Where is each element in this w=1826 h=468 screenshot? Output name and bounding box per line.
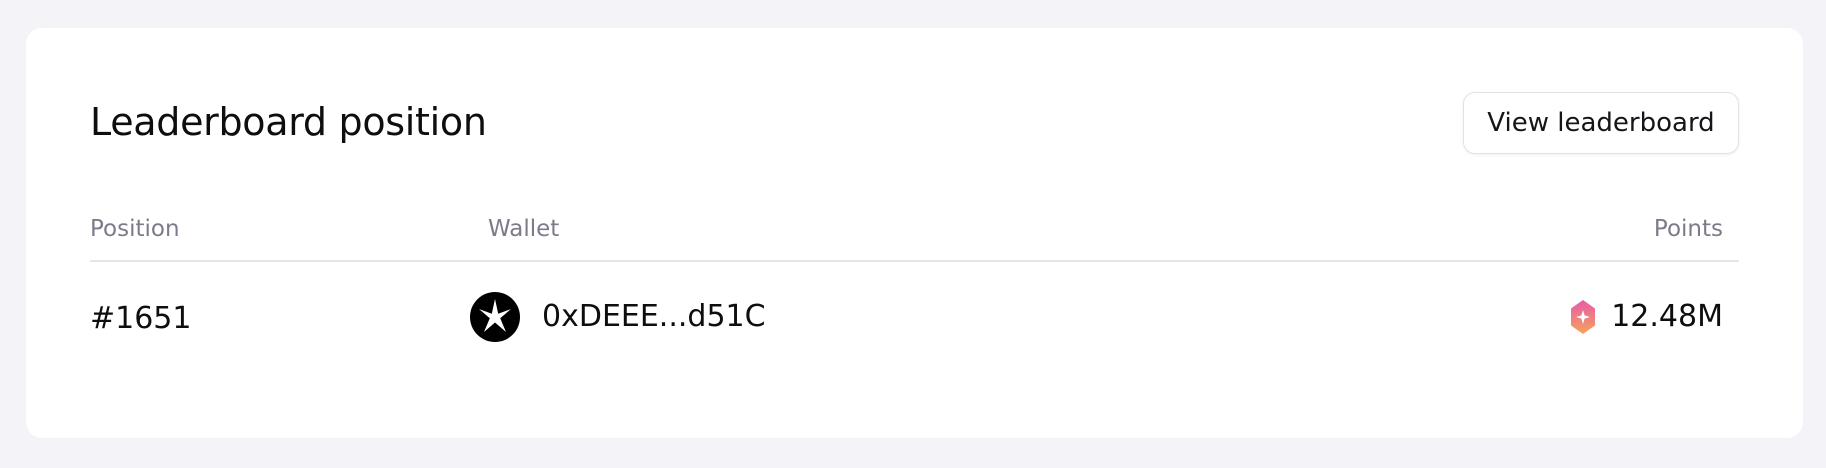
card-title: Leaderboard position [90,100,487,144]
column-header-position: Position [90,216,180,242]
leaderboard-position-card: Leaderboard position View leaderboard Po… [26,28,1803,438]
column-header-wallet: Wallet [488,216,560,242]
column-header-points: Points [1653,216,1723,242]
points-gem-icon [1571,300,1596,334]
points-cell: 12.48M [1569,294,1723,340]
wallet-cell: 0xDEEE...d51C [470,292,766,342]
leaderboard-table: Position Wallet Points #1651 0xDEEE...d5… [90,208,1739,374]
table-header: Position Wallet Points [90,208,1739,262]
table-row: #1651 0xDEEE...d51C 12.48M [90,262,1739,374]
wallet-address: 0xDEEE...d51C [542,299,766,334]
points-value: 12.48M [1611,299,1723,334]
position-cell: #1651 [90,301,192,336]
compass-star-icon [470,292,520,342]
card-header: Leaderboard position View leaderboard [90,92,1739,154]
view-leaderboard-button[interactable]: View leaderboard [1463,92,1739,154]
